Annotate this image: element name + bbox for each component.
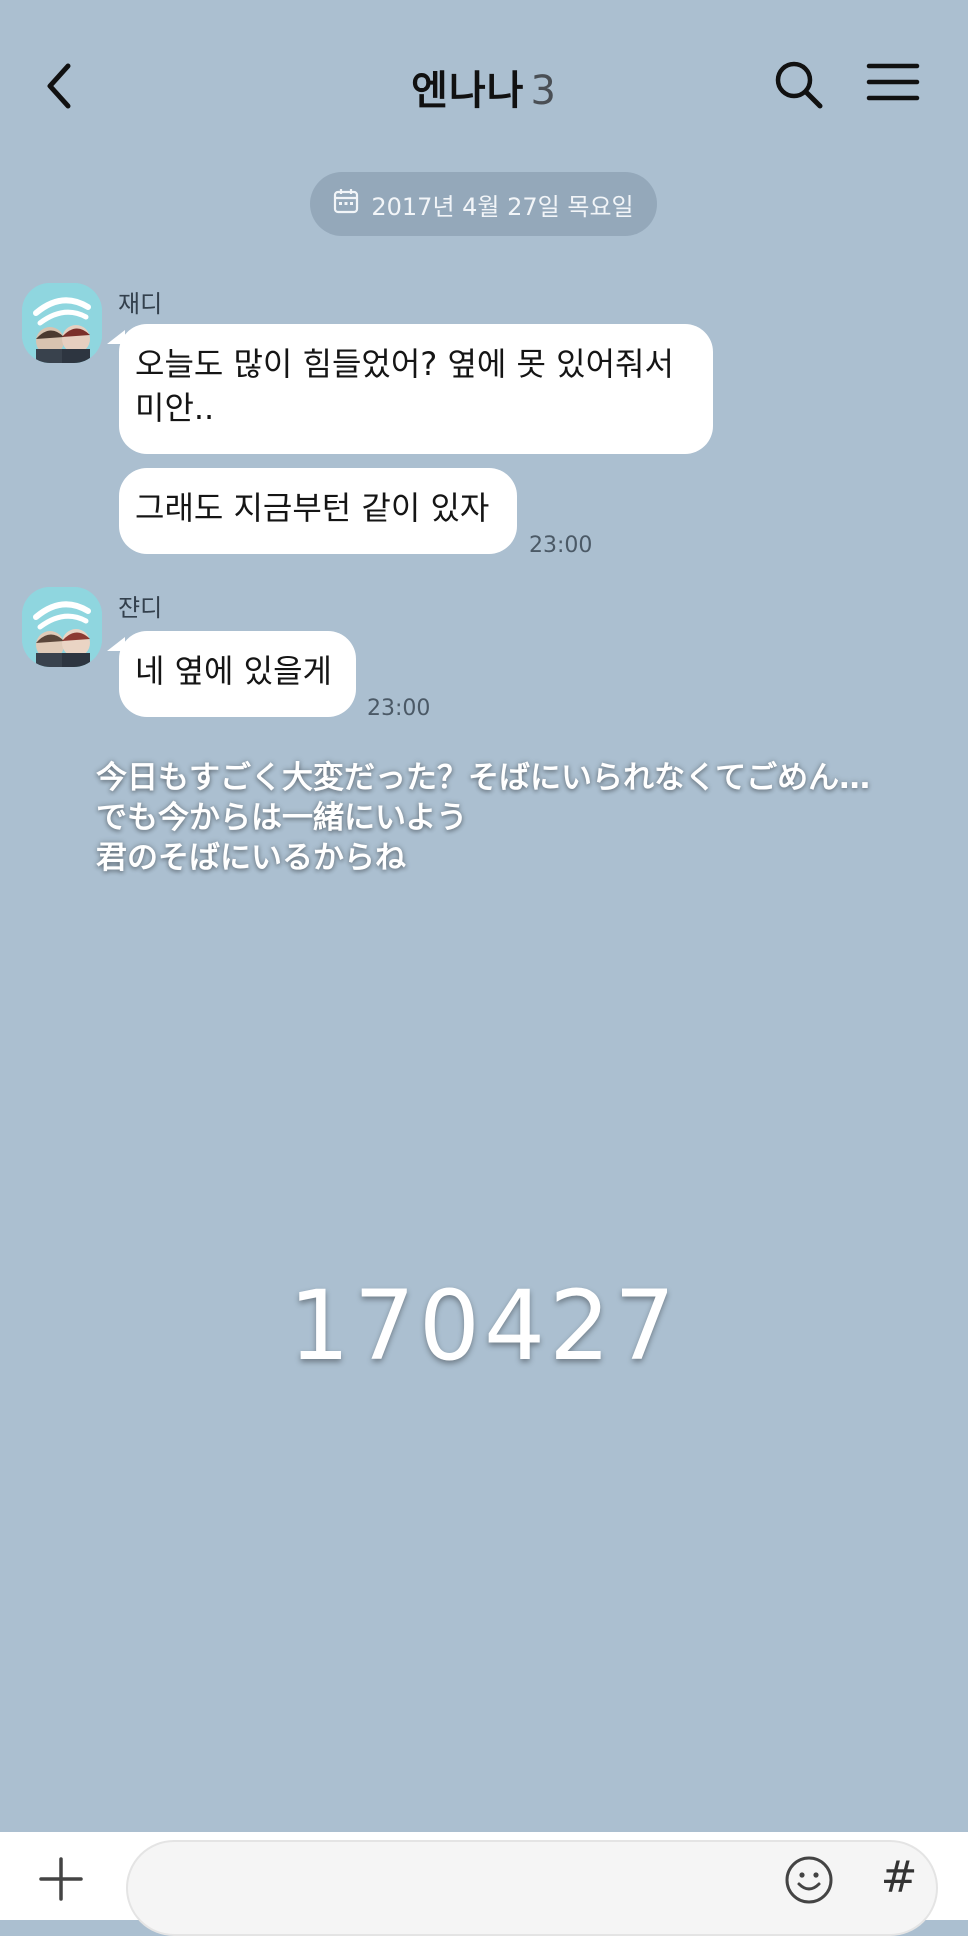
chat-header: 엔나나 3 xyxy=(0,0,968,170)
message-input[interactable]: # xyxy=(126,1840,938,1936)
calendar-icon xyxy=(333,188,359,220)
hashtag-button[interactable]: # xyxy=(876,1852,922,1906)
avatar[interactable] xyxy=(22,283,102,363)
message-bubble[interactable]: 그래도 지금부턴 같이 있자 xyxy=(119,468,517,554)
overlay-caption: 今日もすごく大変だった？そばにいられなくてごめん… でも今からは一緒にいよう 君… xyxy=(96,760,871,876)
search-icon[interactable] xyxy=(770,56,826,112)
message-bubble[interactable]: 오늘도 많이 힘들었어? 옆에 못 있어줘서 미안.. xyxy=(107,324,713,454)
date-divider: 2017년 4월 27일 목요일 xyxy=(310,172,657,236)
plus-icon[interactable] xyxy=(38,1856,84,1902)
avatar[interactable] xyxy=(22,587,102,667)
hamburger-menu-icon[interactable] xyxy=(866,60,920,104)
emoji-icon[interactable] xyxy=(783,1854,835,1906)
member-count: 3 xyxy=(530,68,557,114)
date-code-overlay: 170427 xyxy=(288,1270,680,1382)
date-divider-text: 2017년 4월 27일 목요일 xyxy=(371,192,634,221)
message-input-bar: # xyxy=(0,1832,968,1936)
chat-room-name: 엔나나 xyxy=(411,68,525,114)
sender-name: 재디 xyxy=(118,290,163,318)
message-time: 23:00 xyxy=(529,533,593,558)
sender-name: 쟌디 xyxy=(118,594,163,622)
message-bubble[interactable]: 네 옆에 있을게 xyxy=(107,631,356,717)
message-time: 23:00 xyxy=(367,696,431,721)
